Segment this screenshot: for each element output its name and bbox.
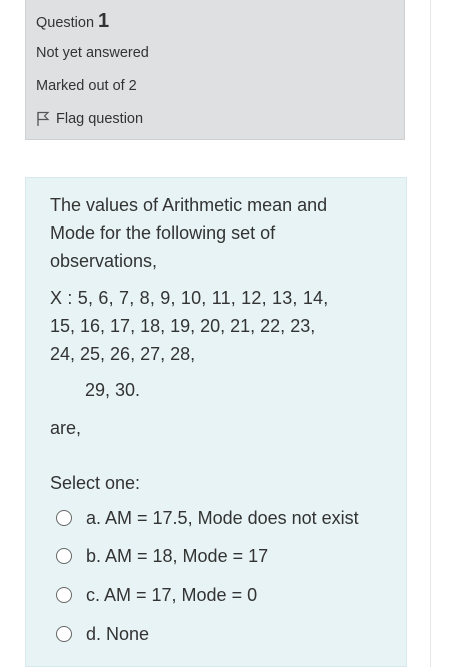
- question-ending: are,: [50, 418, 82, 438]
- question-text-line: observations,: [50, 251, 158, 271]
- answer-option-label[interactable]: b. AM = 18, Mode = 17: [86, 546, 268, 567]
- select-one-prompt: Select one:: [50, 473, 141, 493]
- observations-line: X : 5, 6, 7, 8, 9, 10, 11, 12, 13, 14,: [50, 288, 329, 308]
- question-label-text: Question: [36, 15, 95, 31]
- flag-icon[interactable]: [36, 111, 50, 127]
- radio-button[interactable]: [56, 626, 72, 642]
- radio-button[interactable]: [56, 510, 72, 526]
- answer-option-a[interactable]: a. AM = 17.5, Mode does not exist: [56, 505, 359, 531]
- answer-option-label[interactable]: a. AM = 17.5, Mode does not exist: [86, 508, 359, 529]
- answer-option-c[interactable]: c. AM = 17, Mode = 0: [56, 582, 257, 608]
- question-text-line: Mode for the following set of: [50, 223, 276, 243]
- answer-option-label[interactable]: d. None: [86, 624, 149, 645]
- flag-question-label[interactable]: Flag question: [56, 111, 143, 127]
- answer-option-b[interactable]: b. AM = 18, Mode = 17: [56, 543, 268, 569]
- flag-question-link[interactable]: Flag question: [36, 111, 143, 127]
- quiz-page: Question 1 Not yet answered Marked out of…: [0, 0, 452, 667]
- answer-option-d[interactable]: d. None: [56, 621, 149, 647]
- answer-option-label[interactable]: c. AM = 17, Mode = 0: [86, 585, 257, 606]
- observations-line: 24, 25, 26, 27, 28,: [50, 344, 196, 364]
- page-divider: [430, 0, 431, 667]
- question-content: The values of Arithmetic mean and Mode f…: [25, 177, 407, 667]
- question-state: Not yet answered: [36, 45, 149, 61]
- question-text-line: The values of Arithmetic mean and: [50, 195, 328, 215]
- radio-button[interactable]: [56, 548, 72, 564]
- question-grade: Marked out of 2: [36, 78, 137, 94]
- radio-button[interactable]: [56, 587, 72, 603]
- observations-line: 15, 16, 17, 18, 19, 20, 21, 22, 23,: [50, 316, 316, 336]
- question-info-panel: Question 1 Not yet answered Marked out of…: [25, 0, 405, 140]
- question-number: 1: [98, 10, 110, 32]
- question-label: Question 1: [36, 10, 109, 33]
- observations-line: 29, 30.: [85, 380, 141, 400]
